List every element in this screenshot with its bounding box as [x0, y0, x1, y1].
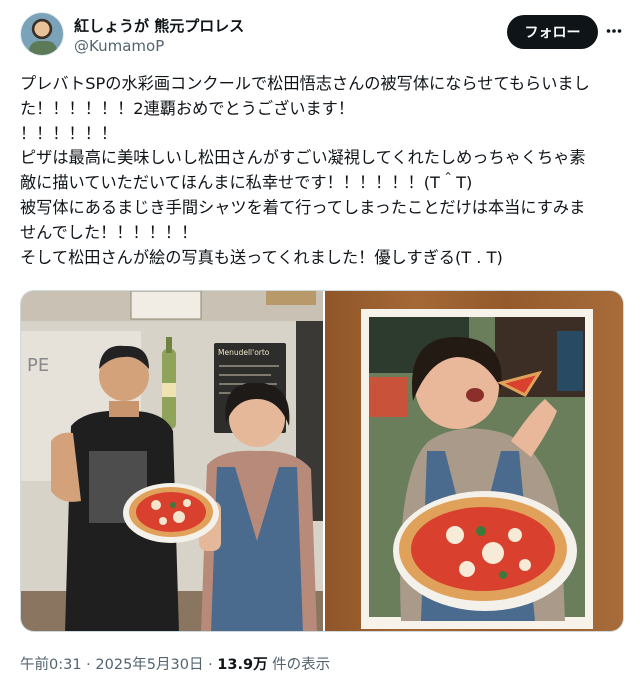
tweet-date[interactable]: 2025年5月30日 — [95, 657, 203, 673]
tweet-text-line: 敵に描いていただいてほんまに私幸せです！！！！！！(T＾T) — [20, 173, 473, 193]
tweet-time[interactable]: 午前0:31 — [20, 657, 82, 673]
author-display-name[interactable]: 紅しょうが 熊元プロレス — [74, 15, 244, 36]
tweet-text-line: せんでした！！！！！！ — [20, 222, 198, 242]
meta-separator: · — [203, 657, 218, 673]
tweet-text-line: ！！！！！！ — [20, 123, 118, 143]
tweet-text-line: ピザは最高に美味しいし松田さんがすごい凝視してくれたしめっちゃくちゃ素 — [20, 148, 586, 168]
more-dots-icon[interactable] — [606, 21, 622, 41]
tweet-text: プレバトSPの水彩画コンクールで松田悟志さんの被写体にならせてもらいまし た！！… — [20, 72, 624, 270]
view-count: 13.9万 — [217, 657, 268, 673]
svg-text:PE: PE — [27, 355, 49, 376]
author-handle[interactable]: @KumamoP — [74, 37, 164, 55]
tweet-text-line: プレバトSPの水彩画コンクールで松田悟志さんの被写体にならせてもらいまし — [20, 74, 590, 93]
avatar-shirt — [29, 41, 57, 55]
tweet-text-line: た！！！！！！2連覇おめでとうございます！ — [20, 98, 355, 118]
author-avatar[interactable] — [20, 12, 64, 56]
meta-separator: · — [81, 657, 96, 673]
tweet-header: 紅しょうが 熊元プロレス @KumamoP フォロー — [20, 12, 622, 58]
media-gallery: PE Menudell'orto — [20, 290, 624, 632]
photo-two-people-with-pizza[interactable]: PE Menudell'orto — [21, 291, 323, 631]
tweet-text-line: そして松田さんが絵の写真も送ってくれました！優しすぎる(T . T) — [20, 247, 503, 267]
tweet-text-line: 被写体にあるまじき手間シャツを着て行ってしまったことだけは本当にすみま — [20, 197, 586, 217]
watercolor-painting-woman-eating-pizza[interactable] — [325, 291, 623, 631]
view-count-suffix: 件の表示 — [267, 657, 331, 673]
follow-button[interactable]: フォロー — [507, 15, 598, 49]
sign-text: Menudell'orto — [218, 348, 270, 357]
tweet-meta: 午前0:31 · 2025年5月30日 · 13.9万 件の表示 — [20, 653, 330, 674]
